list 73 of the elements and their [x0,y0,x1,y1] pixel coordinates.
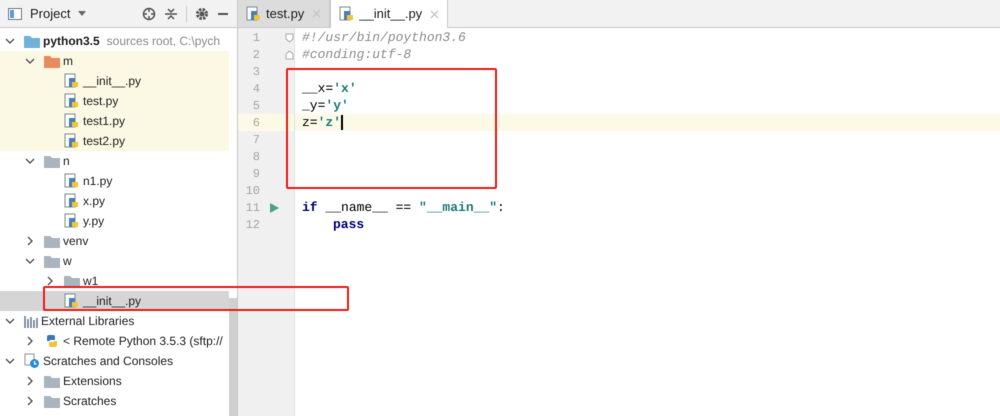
python-file-icon [64,93,80,109]
folder-icon [44,234,60,248]
python-file-icon [246,6,262,22]
python-file-icon [64,213,80,229]
file-tree-item[interactable]: test.py [0,91,229,111]
project-view-icon [8,8,22,20]
library-bars-icon [24,314,38,328]
folder-tree-item[interactable]: Extensions [0,371,229,391]
code-line: z='z' [302,114,342,132]
locate-icon[interactable] [142,6,156,20]
python-file-icon [64,193,80,209]
line-number: 9 [252,166,260,182]
fold-marker-icon[interactable] [285,32,294,42]
line-number: 5 [252,98,260,114]
fold-marker-icon[interactable] [285,50,294,60]
line-number: 4 [252,80,260,98]
folder-tree-item[interactable]: python3.5 sources root, C:\pych [0,31,229,51]
python-file-icon [339,6,356,22]
scratch-clock-icon [24,353,40,369]
project-view-dropdown[interactable]: Project [30,4,86,24]
code-line: if __name__ == "__main__": [302,198,505,217]
code-line: #!/usr/bin/poython3.6 [302,28,466,47]
folder-tree-item[interactable]: n [0,151,229,171]
code-line: _y='y' [302,96,349,115]
scrollbar[interactable] [229,298,237,416]
line-number: 1 [252,30,260,46]
line-number: 2 [252,46,260,64]
python-file-icon [64,293,80,309]
line-number: 6 [252,114,260,132]
text-cursor [341,115,344,130]
folder-tree-item[interactable]: venv [0,231,229,251]
tree-item-hint: sources root, C:\pych [106,33,220,50]
file-tree-item[interactable]: __init__.py [0,291,229,311]
file-tree-item[interactable]: test1.py [0,111,229,131]
folder-icon [44,154,60,168]
editor-tab[interactable]: test.py [238,0,330,27]
line-number: 11 [244,200,260,216]
collapse-icon[interactable] [164,6,178,20]
folder-tree-item[interactable]: < Remote Python 3.5.3 (sftp:// [0,331,229,351]
run-icon[interactable] [270,202,279,212]
python-file-icon [64,133,80,149]
python-file-icon [64,73,80,89]
line-number: 12 [244,216,260,234]
caret-icon [78,11,86,16]
editor-tab[interactable]: __init__.py [330,0,448,28]
folder-tree-item[interactable]: m [0,51,229,71]
folder-tree-item[interactable]: w1 [0,271,229,291]
line-number: 3 [252,64,260,80]
settings-icon[interactable] [195,6,209,20]
file-tree-item[interactable]: test2.py [0,131,229,151]
folder-tree-item[interactable]: Scratches [0,391,229,411]
code-line: pass [333,216,364,234]
file-tree-item[interactable]: x.py [0,191,229,211]
folder-icon [44,394,60,408]
folder-icon [44,374,60,388]
folder-tree-item[interactable]: External Libraries [0,311,229,331]
file-tree-item[interactable]: y.py [0,211,229,231]
folder-tree-item[interactable]: w [0,251,229,271]
folder-label: python3.5 [43,33,100,50]
python-logo-icon [44,333,60,349]
python-file-icon [64,173,80,189]
line-number: 8 [252,148,260,166]
folder-tree-item[interactable]: Scratches and Consoles [0,351,229,371]
folder-icon [44,254,60,268]
python-file-icon [64,113,80,129]
line-number: 7 [252,132,260,148]
code-line: #conding:utf-8 [302,46,412,64]
folder-icon [24,34,40,48]
line-number: 10 [244,182,260,200]
folder-icon [44,54,60,68]
file-tree-item[interactable]: __init__.py [0,71,229,91]
code-line: __x='x' [302,80,357,98]
file-tree-item[interactable]: n1.py [0,171,229,191]
